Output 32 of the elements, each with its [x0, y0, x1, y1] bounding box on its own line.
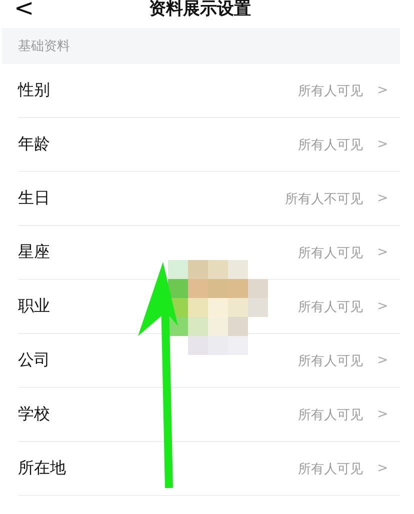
row-label: 星座: [18, 242, 51, 263]
row-label: 公司: [18, 350, 51, 371]
row-label: 所在地: [18, 458, 67, 479]
row-label: 生日: [18, 188, 51, 209]
visibility-value: 所有人可见: [298, 82, 364, 100]
visibility-value: 所有人可见: [298, 352, 364, 370]
visibility-value: 所有人不可见: [285, 190, 364, 208]
chevron-icon: >: [377, 245, 388, 260]
back-button[interactable]: <: [14, 0, 34, 22]
page-title: 资料展示设置: [149, 0, 251, 20]
chevron-icon: >: [377, 353, 388, 368]
chevron-icon: >: [377, 137, 388, 152]
chevron-icon: >: [377, 407, 388, 422]
visibility-value: 所有人可见: [298, 298, 364, 316]
visibility-value: 所有人可见: [298, 460, 364, 478]
row-label: 职业: [18, 296, 51, 317]
settings-row[interactable]: 所在地 所有人可见 >: [18, 442, 400, 496]
settings-row[interactable]: 学校 所有人可见 >: [18, 388, 400, 442]
section-title: 基础资料: [18, 38, 70, 55]
settings-row[interactable]: 生日 所有人不可见 >: [18, 172, 400, 226]
chevron-icon: >: [377, 299, 388, 314]
visibility-value: 所有人可见: [298, 244, 364, 262]
visibility-value: 所有人可见: [298, 406, 364, 424]
chevron-icon: >: [377, 191, 388, 206]
visibility-value: 所有人可见: [298, 136, 364, 154]
row-label: 学校: [18, 404, 51, 425]
chevron-icon: >: [377, 461, 388, 476]
chevron-icon: >: [377, 83, 388, 98]
settings-row[interactable]: 年龄 所有人可见 >: [18, 118, 400, 172]
settings-row[interactable]: 性别 所有人可见 >: [18, 64, 400, 118]
row-label: 年龄: [18, 134, 51, 155]
row-label: 性别: [18, 80, 51, 101]
